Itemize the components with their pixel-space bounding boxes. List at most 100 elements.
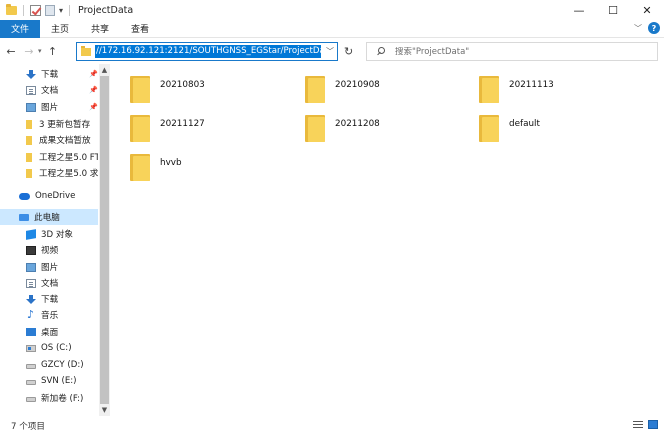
navigation-pane: 下载 📌 文档 📌 图片 📌 3 更新包暂存 成果文档暂放 工程之星5.0 FT… <box>0 64 111 416</box>
scroll-down-icon[interactable]: ▼ <box>99 404 110 416</box>
folder-icon <box>130 115 150 142</box>
nav-item-label: OS (C:) <box>41 343 72 353</box>
nav-item-label: 工程之星5.0 FTP <box>39 153 98 163</box>
folder-name: hvvb <box>160 158 182 168</box>
search-box[interactable] <box>366 42 658 61</box>
new-folder-icon[interactable] <box>45 4 55 16</box>
drive-icon <box>26 380 36 385</box>
nav-item-pictures[interactable]: 图片 <box>0 99 98 115</box>
nav-item-music[interactable]: 音乐 <box>0 307 98 323</box>
nav-item-label: 下载 <box>41 295 59 305</box>
quick-access-toolbar: ▾ <box>6 3 72 16</box>
folder-name: 20211208 <box>335 119 380 129</box>
nav-item-label: 下载 <box>41 70 59 80</box>
address-bar[interactable]: //172.16.92.121:2121/SOUTHGNSS_EGStar/Pr… <box>76 42 338 61</box>
folder-name: 20211127 <box>160 119 205 129</box>
tab-share[interactable]: 共享 <box>80 20 120 38</box>
nav-item-onedrive[interactable]: OneDrive <box>0 188 98 204</box>
nav-item-egstar-convert[interactable]: 工程之星5.0 求转 <box>0 165 98 181</box>
folder-icon <box>130 154 150 181</box>
nav-item-label: 文档 <box>41 279 59 289</box>
toolbar-divider <box>69 4 71 16</box>
details-view-icon[interactable] <box>633 420 643 429</box>
video-icon <box>26 245 36 255</box>
nav-item-pc-documents[interactable]: 文档 <box>0 275 98 291</box>
nav-item-label: 此电脑 <box>34 213 60 223</box>
scroll-thumb[interactable] <box>100 76 109 404</box>
folder-icon <box>81 45 91 56</box>
folder-icon <box>26 135 32 145</box>
folder-item[interactable]: 20210803 <box>130 72 300 104</box>
nav-item-desktop[interactable]: 桌面 <box>0 324 98 340</box>
folder-icon <box>305 76 325 103</box>
folder-item[interactable]: 20211113 <box>479 72 649 104</box>
nav-item-label: SVN (E:) <box>41 376 77 386</box>
forward-arrow-icon[interactable]: → <box>22 45 36 58</box>
os-drive-icon <box>26 344 36 352</box>
view-toggle <box>633 420 658 429</box>
folder-icon <box>130 76 150 103</box>
folder-item[interactable]: default <box>479 111 649 143</box>
back-arrow-icon[interactable]: ← <box>4 45 18 58</box>
help-icon[interactable]: ? <box>648 22 660 34</box>
nav-item-this-pc[interactable]: 此电脑 <box>0 209 98 225</box>
onedrive-cloud-icon <box>19 192 30 200</box>
up-arrow-icon[interactable]: ↑ <box>46 45 60 58</box>
nav-item-downloads[interactable]: 下载 <box>0 66 98 82</box>
nav-item-documents[interactable]: 文档 <box>0 82 98 98</box>
nav-item-videos[interactable]: 视频 <box>0 242 98 258</box>
nav-item-label: GZCY (D:) <box>41 360 84 370</box>
status-bar: 7 个项目 <box>0 416 664 435</box>
nav-item-label: 图片 <box>41 263 59 273</box>
nav-item-pc-downloads[interactable]: 下载 <box>0 291 98 307</box>
refresh-icon[interactable]: ↻ <box>344 45 353 58</box>
scroll-up-icon[interactable]: ▲ <box>99 64 110 76</box>
large-icons-view-icon[interactable] <box>648 420 658 429</box>
nav-scrollbar[interactable]: ▲ ▼ <box>99 64 110 416</box>
nav-item-egstar-ftp[interactable]: 工程之星5.0 FTP <box>0 149 98 165</box>
folder-item[interactable]: 20211208 <box>305 111 475 143</box>
tab-file[interactable]: 文件 <box>0 19 41 38</box>
drive-icon <box>26 364 36 369</box>
nav-item-label: 3 更新包暂存 <box>39 120 91 130</box>
window-controls: — ☐ ✕ <box>562 0 664 20</box>
download-icon <box>26 294 36 304</box>
nav-item-pc-pictures[interactable]: 图片 <box>0 259 98 275</box>
close-button[interactable]: ✕ <box>630 0 664 20</box>
nav-item-drive-f[interactable]: 新加卷 (F:) <box>0 390 98 406</box>
pin-icon[interactable]: 📌 <box>89 103 98 111</box>
search-input[interactable] <box>395 46 635 57</box>
properties-icon[interactable] <box>30 4 41 16</box>
folder-icon <box>26 168 32 178</box>
folder-icon <box>479 115 499 142</box>
folder-item[interactable]: 20210908 <box>305 72 475 104</box>
nav-item-label: 视频 <box>41 246 59 256</box>
address-history-chevron-icon[interactable]: ﹀ <box>326 46 334 57</box>
nav-item-drive-e[interactable]: SVN (E:) <box>0 373 98 389</box>
maximize-button[interactable]: ☐ <box>596 0 630 20</box>
document-icon <box>26 85 36 95</box>
nav-item-drive-c[interactable]: OS (C:) <box>0 340 98 356</box>
pin-icon[interactable]: 📌 <box>89 70 98 78</box>
address-input[interactable]: //172.16.92.121:2121/SOUTHGNSS_EGStar/Pr… <box>95 45 321 58</box>
nav-item-drive-d[interactable]: GZCY (D:) <box>0 357 98 373</box>
folder-icon <box>305 115 325 142</box>
folder-icon <box>6 3 17 15</box>
minimize-button[interactable]: — <box>562 0 596 20</box>
pin-icon[interactable]: 📌 <box>89 86 98 94</box>
music-icon <box>26 308 36 321</box>
folder-item[interactable]: hvvb <box>130 150 300 182</box>
nav-item-results-docs[interactable]: 成果文档暂放 <box>0 132 98 148</box>
nav-item-update-packages[interactable]: 3 更新包暂存 <box>0 116 98 132</box>
folder-icon <box>26 119 32 129</box>
expand-ribbon-chevron-icon[interactable]: ﹀ <box>634 23 642 34</box>
nav-item-3d-objects[interactable]: 3D 对象 <box>0 226 98 242</box>
tab-view[interactable]: 查看 <box>120 20 160 38</box>
folder-name: 20210803 <box>160 80 205 90</box>
folder-item[interactable]: 20211127 <box>130 111 300 143</box>
customize-toolbar-chevron-icon[interactable]: ▾ <box>59 6 63 15</box>
folder-icon <box>26 152 32 162</box>
nav-item-label: 成果文档暂放 <box>39 136 91 146</box>
recent-locations-chevron-icon[interactable]: ▾ <box>38 47 42 55</box>
tab-home[interactable]: 主页 <box>40 20 80 38</box>
